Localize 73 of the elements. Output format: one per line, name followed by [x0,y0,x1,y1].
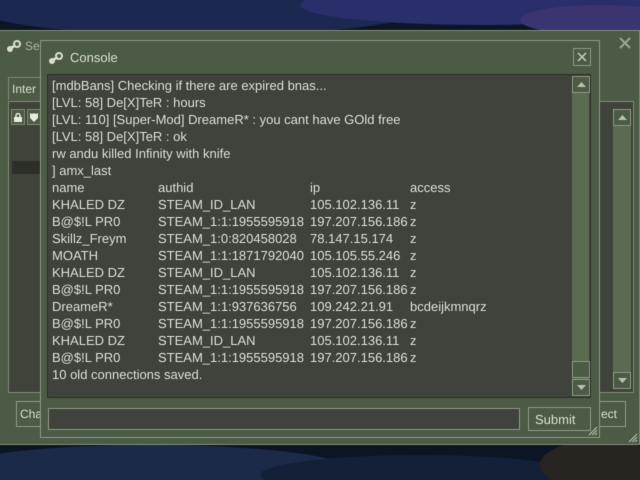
command-field[interactable] [48,408,520,430]
scroll-thumb[interactable] [572,361,590,378]
table-cell-text: z [410,332,418,349]
table-cell-text: 109.242.21.91 [310,298,394,315]
table-cell-text: 197.207.156.186 [310,213,409,230]
table-cell-text: STEAM_1:1:1955595918 [158,349,305,366]
table-cell-text: STEAM_1:1:1871792040 [158,247,305,264]
table-cell-text: KHALED DZ [52,196,126,213]
tab[interactable]: Inter [8,77,40,100]
resize-grip-icon[interactable] [588,426,598,436]
table-cell-text: 105.105.55.246 [310,247,402,264]
table-cell-text: z [410,196,418,213]
table-cell-text: 197.207.156.186 [310,281,409,298]
table-cell-text: z [410,349,418,366]
action-button[interactable]: ect [600,401,626,427]
down-arrow-icon [618,378,626,383]
table-cell-text: z [410,230,418,247]
table-cell-text: STEAM_1:1:1955595918 [158,281,305,298]
log-line: rw andu killed Infinity with knife [52,145,232,162]
table-cell-text: 197.207.156.186 [310,349,409,366]
table-cell-text: 105.102.136.11 [310,332,400,349]
steam-logo-icon [48,50,64,64]
window-title: Se [25,39,40,53]
close-icon [577,52,587,62]
table-cell-text: bcdeijkmnqrz [410,298,488,315]
table-cell-text: z [410,315,418,332]
lock-icon[interactable] [11,109,25,125]
table-cell-text: z [410,281,418,298]
table-cell-text: STEAM_1:0:820458028 [158,230,298,247]
column-header: access [410,179,452,196]
log-line: [LVL: 110] [Super-Mod] DreameR* : you cant have GOld free [52,111,402,128]
scrollbar[interactable] [572,76,589,396]
table-cell-text: B@$!L PR0 [52,349,122,366]
column-header: ip [310,179,322,196]
up-arrow-icon [618,115,626,120]
table-cell-text: STEAM_1:1:1955595918 [158,315,305,332]
up-arrow-icon [576,82,586,87]
down-arrow-icon [576,385,586,390]
scrollbar[interactable] [613,109,631,389]
column-header: name [52,179,86,196]
table-cell-text: B@$!L PR0 [52,281,122,298]
table-cell-text: 197.207.156.186 [310,315,409,332]
table-cell-text: 78.147.15.174 [310,230,394,247]
table-cell-text: STEAM_ID_LAN [158,332,257,349]
table-cell-text: STEAM_1:1:1955595918 [158,213,305,230]
table-cell-text: 105.102.136.11 [310,264,400,281]
steam-logo-icon [6,39,22,53]
table-cell-text: DreameR* [52,298,114,315]
table-cell-text: STEAM_ID_LAN [158,196,257,213]
column-header: authid [158,179,194,196]
log-line: 10 old connections saved. [52,366,204,383]
table-cell-text: STEAM_1:1:937636756 [158,298,298,315]
log-line: [LVL: 58] De[X]TeR : hours [52,94,207,111]
submit-button[interactable]: Submit [528,407,591,431]
window-title: Console [70,50,118,65]
table-cell-text: MOATH [52,247,99,264]
table-cell-text: z [410,247,418,264]
table-cell-text: Skillz_Freym [52,230,128,247]
shield-icon[interactable] [27,109,41,125]
log-line: [mdbBans] Checking if there are expired bnas... [52,77,328,94]
table-cell-text: KHALED DZ [52,264,126,281]
log-line: [LVL: 58] De[X]TeR : ok [52,128,188,145]
table-cell-text: STEAM_ID_LAN [158,264,257,281]
close-button[interactable] [573,48,591,66]
table-cell-text: B@$!L PR0 [52,315,122,332]
table-cell-text: B@$!L PR0 [52,213,122,230]
table-cell-text: z [410,264,418,281]
log-line: ] amx_last [52,162,112,179]
table-cell-text: z [410,213,418,230]
table-cell-text: KHALED DZ [52,332,126,349]
table-cell-text: 105.102.136.11 [310,196,400,213]
close-icon[interactable] [619,37,631,49]
resize-grip-icon[interactable] [628,433,638,443]
